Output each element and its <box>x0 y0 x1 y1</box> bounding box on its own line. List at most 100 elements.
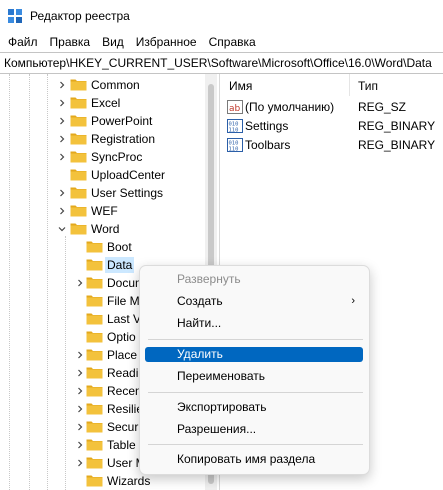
folder-icon <box>70 133 87 145</box>
menu-item-export[interactable]: Экспортировать <box>145 400 363 415</box>
address-bar[interactable]: Компьютер\HKEY_CURRENT_USER\Software\Mic… <box>0 52 443 74</box>
chevron-right-icon[interactable] <box>57 206 67 216</box>
tree-node-label: WEF <box>91 204 118 218</box>
folder-icon <box>70 79 87 91</box>
menu-item-permissions[interactable]: Разрешения... <box>145 422 363 437</box>
folder-icon <box>70 151 87 163</box>
tree-node-label: Data <box>105 257 135 273</box>
tree-node-label: Registration <box>91 132 156 146</box>
menu-separator <box>148 444 363 445</box>
value-name: (По умолчанию) <box>245 100 335 114</box>
folder-icon <box>86 241 103 253</box>
tree-node[interactable]: Word <box>0 220 200 238</box>
folder-icon <box>86 475 103 487</box>
tree-node-label: Optio <box>107 330 136 344</box>
chevron-right-icon[interactable] <box>57 80 67 90</box>
chevron-right-icon[interactable] <box>75 368 85 378</box>
menu-item-find[interactable]: Найти... <box>145 316 363 331</box>
tree-node[interactable]: WEF <box>0 202 200 220</box>
folder-icon <box>86 457 103 469</box>
tree-node-label: PowerPoint <box>91 114 153 128</box>
folder-icon <box>86 277 103 289</box>
tree-node-label: Place <box>107 348 138 362</box>
menu-edit[interactable]: Правка <box>44 33 97 51</box>
tree-node-label: Recen <box>107 384 142 398</box>
tree-node[interactable]: Common <box>0 76 200 94</box>
menu-separator <box>148 392 363 393</box>
folder-icon <box>70 187 87 199</box>
tree-node-label: Wizards <box>107 474 151 488</box>
title-bar: Редактор реестра <box>0 0 443 32</box>
chevron-right-icon[interactable] <box>75 422 85 432</box>
context-menu: Развернуть Создать › Найти... Удалить Пе… <box>139 265 370 475</box>
chevron-right-icon[interactable] <box>75 350 85 360</box>
tree-node-label: User Settings <box>91 186 164 200</box>
tree-node[interactable]: Registration <box>0 130 200 148</box>
folder-icon <box>86 403 103 415</box>
folder-icon <box>86 349 103 361</box>
value-row[interactable]: 010 110 Settings REG_BINARY <box>220 117 443 136</box>
tree-node-label: Last V <box>107 312 142 326</box>
folder-icon <box>86 385 103 397</box>
menu-item-delete[interactable]: Удалить <box>145 347 363 362</box>
folder-icon <box>86 259 103 271</box>
folder-icon <box>86 439 103 451</box>
chevron-right-icon[interactable] <box>75 440 85 450</box>
chevron-right-icon[interactable] <box>75 404 85 414</box>
tree-node[interactable]: UploadCenter <box>0 166 200 184</box>
chevron-right-icon[interactable] <box>57 188 67 198</box>
column-header-name[interactable]: Имя <box>229 79 252 93</box>
svg-text:ab: ab <box>229 104 241 114</box>
chevron-right-icon[interactable] <box>75 458 85 468</box>
registry-editor-icon <box>8 9 22 23</box>
tree-node-label: Boot <box>107 240 132 254</box>
menu-bar: Файл Правка Вид Избранное Справка <box>0 32 443 52</box>
folder-icon <box>86 367 103 379</box>
menu-view[interactable]: Вид <box>96 33 130 51</box>
folder-icon <box>70 169 87 181</box>
value-row[interactable]: 010 110 Toolbars REG_BINARY <box>220 136 443 155</box>
value-type: REG_BINARY <box>358 119 436 133</box>
tree-node-label: Excel <box>91 96 121 110</box>
folder-icon <box>86 313 103 325</box>
binary-value-icon: 010 110 <box>227 138 243 152</box>
tree-node-label: Word <box>91 222 120 236</box>
chevron-right-icon[interactable] <box>57 152 67 162</box>
menu-help[interactable]: Справка <box>203 33 262 51</box>
tree-node[interactable]: Excel <box>0 94 200 112</box>
value-name: Settings <box>245 119 289 133</box>
tree-node[interactable]: User Settings <box>0 184 200 202</box>
tree-node-label: Common <box>91 78 140 92</box>
tree-node[interactable]: Boot <box>0 238 200 256</box>
chevron-down-icon[interactable] <box>57 224 67 234</box>
column-divider[interactable] <box>349 74 350 96</box>
tree-node-label: Readi <box>107 366 139 380</box>
menu-item-create[interactable]: Создать › <box>145 294 363 309</box>
value-type: REG_SZ <box>358 100 407 114</box>
chevron-right-icon[interactable] <box>57 116 67 126</box>
tree-node-label: File M <box>107 294 140 308</box>
folder-icon <box>86 295 103 307</box>
menu-item-create-label: Создать <box>177 294 223 308</box>
chevron-right-icon: › <box>351 295 355 307</box>
value-row[interactable]: ab (По умолчанию) REG_SZ <box>220 98 443 117</box>
menu-favorites[interactable]: Избранное <box>130 33 203 51</box>
column-header-type[interactable]: Тип <box>358 79 378 93</box>
tree-node-label: Table <box>107 438 136 452</box>
chevron-right-icon[interactable] <box>75 386 85 396</box>
menu-item-copy-key-name[interactable]: Копировать имя раздела <box>145 452 363 467</box>
folder-icon <box>70 115 87 127</box>
tree-node-label: Securi <box>107 420 142 434</box>
menu-file[interactable]: Файл <box>2 33 44 51</box>
chevron-right-icon[interactable] <box>57 134 67 144</box>
folder-icon <box>70 205 87 217</box>
svg-text:110: 110 <box>229 128 239 134</box>
svg-text:110: 110 <box>229 147 239 153</box>
value-name: Toolbars <box>245 138 291 152</box>
tree-node[interactable]: PowerPoint <box>0 112 200 130</box>
tree-node[interactable]: SyncProc <box>0 148 200 166</box>
chevron-right-icon[interactable] <box>75 278 85 288</box>
chevron-right-icon[interactable] <box>57 98 67 108</box>
folder-icon <box>86 331 103 343</box>
menu-item-rename[interactable]: Переименовать <box>145 369 363 384</box>
